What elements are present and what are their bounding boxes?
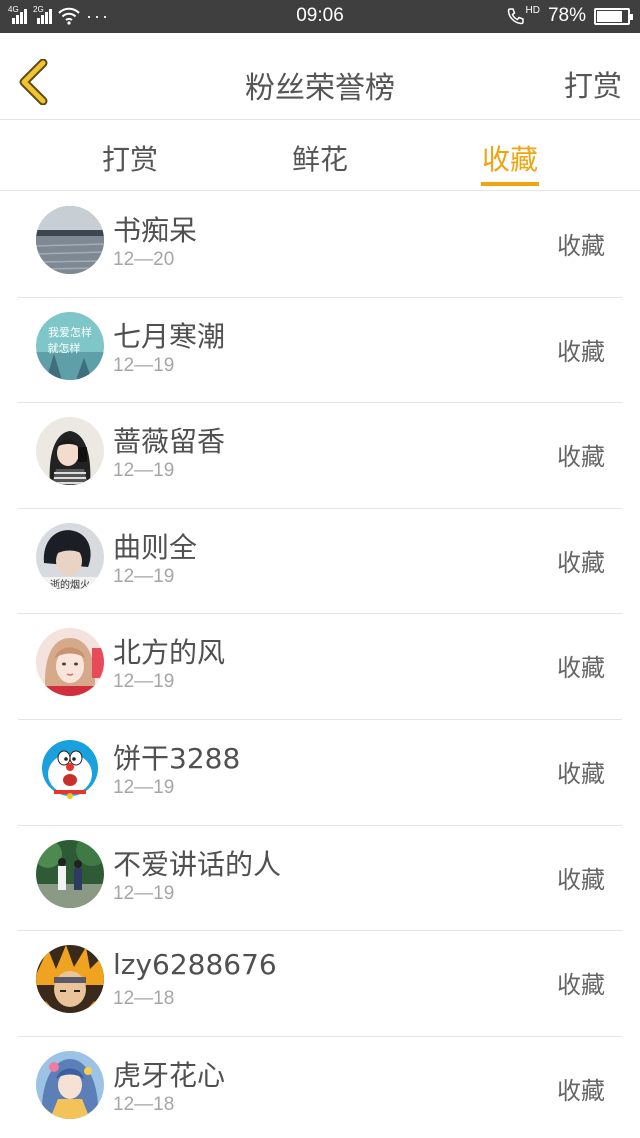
fan-name: 北方的风 bbox=[113, 636, 226, 670]
fan-list: 书痴呆 12—20 收藏 我爱怎样 就怎样 七月寒潮 12—19 收藏 蔷薇留香… bbox=[0, 192, 640, 1138]
avatar-text: 就怎样 bbox=[48, 341, 81, 355]
phone-icon bbox=[507, 8, 524, 25]
fan-date: 12—19 bbox=[113, 565, 175, 587]
tab-flowers[interactable]: 鲜花 bbox=[225, 121, 415, 191]
fan-name: 蔷薇留香 bbox=[113, 425, 226, 459]
reward-button[interactable]: 打赏 bbox=[564, 63, 622, 105]
fan-name: 书痴呆 bbox=[113, 214, 198, 247]
avatar: 我爱怎样 就怎样 bbox=[36, 311, 104, 380]
tab-reward-label: 打赏 bbox=[101, 143, 158, 176]
page-title: 粉丝荣誉榜 bbox=[245, 71, 395, 106]
fan-date: 12—19 bbox=[113, 882, 175, 904]
list-item[interactable]: 书痴呆 12—20 收藏 bbox=[0, 192, 640, 298]
avatar bbox=[36, 733, 104, 802]
battery-icon bbox=[594, 7, 633, 25]
avatar bbox=[36, 1050, 104, 1119]
hd-call-indicator: HD bbox=[507, 4, 540, 25]
list-item[interactable]: 北方的风 12—19 收藏 bbox=[0, 614, 640, 720]
list-item[interactable]: 虎牙花心 12—18 收藏 bbox=[0, 1037, 640, 1138]
list-item[interactable]: 逝的烟火 曲则全 12—19 收藏 bbox=[0, 509, 640, 615]
list-item[interactable]: lzy6288676 12—18 收藏 bbox=[0, 931, 640, 1037]
fan-action-type: 收藏 bbox=[557, 1076, 605, 1105]
fan-name: 不爱讲话的人 bbox=[113, 847, 282, 881]
fan-action-type: 收藏 bbox=[557, 971, 605, 1000]
battery-percent: 78% bbox=[547, 5, 586, 26]
tab-favorites[interactable]: 收藏 bbox=[415, 121, 605, 191]
avatar bbox=[36, 206, 104, 274]
fan-action-type: 收藏 bbox=[557, 759, 605, 788]
list-item[interactable]: 我爱怎样 就怎样 七月寒潮 12—19 收藏 bbox=[0, 298, 640, 404]
avatar-text: 逝的烟火 bbox=[50, 578, 90, 591]
avatar bbox=[36, 945, 104, 1014]
hd-label: HD bbox=[525, 4, 540, 16]
avatar bbox=[36, 417, 104, 486]
fan-date: 12—19 bbox=[113, 460, 175, 482]
tab-reward[interactable]: 打赏 bbox=[35, 121, 225, 191]
status-bar: 4G 2G ··· 09:06 HD 78% bbox=[0, 0, 640, 33]
fan-action-type: 收藏 bbox=[557, 654, 605, 683]
fan-name: 饼干3288 bbox=[113, 741, 241, 775]
active-tab-indicator bbox=[481, 182, 539, 186]
tab-favorites-label: 收藏 bbox=[481, 143, 538, 176]
list-item[interactable]: 蔷薇留香 12—19 收藏 bbox=[0, 403, 640, 509]
tab-bar: 打赏 鲜花 收藏 bbox=[0, 121, 640, 191]
fan-date: 12—20 bbox=[113, 249, 175, 270]
avatar bbox=[36, 839, 104, 908]
fan-date: 12—18 bbox=[113, 1093, 175, 1115]
avatar bbox=[36, 628, 104, 697]
list-item[interactable]: 不爱讲话的人 12—19 收藏 bbox=[0, 826, 640, 932]
fan-action-type: 收藏 bbox=[557, 548, 605, 577]
fan-name: 虎牙花心 bbox=[113, 1058, 226, 1092]
fan-action-type: 收藏 bbox=[557, 443, 605, 472]
fan-date: 12—19 bbox=[113, 671, 175, 693]
fan-action-type: 收藏 bbox=[557, 865, 605, 894]
fan-date: 12—19 bbox=[113, 776, 175, 798]
fan-date: 12—19 bbox=[113, 354, 175, 376]
avatar-text: 我爱怎样 bbox=[48, 325, 92, 339]
fan-name: 曲则全 bbox=[113, 530, 198, 564]
fan-name: lzy6288676 bbox=[113, 948, 277, 982]
fan-date: 12—18 bbox=[113, 988, 175, 1010]
fan-action-type: 收藏 bbox=[557, 232, 605, 260]
fan-action-type: 收藏 bbox=[557, 337, 605, 366]
fan-name: 七月寒潮 bbox=[113, 319, 226, 353]
avatar: 逝的烟火 bbox=[36, 522, 104, 591]
header: 粉丝荣誉榜 打赏 bbox=[0, 33, 640, 120]
tab-flowers-label: 鲜花 bbox=[291, 143, 348, 176]
list-item[interactable]: 饼干3288 12—19 收藏 bbox=[0, 720, 640, 826]
